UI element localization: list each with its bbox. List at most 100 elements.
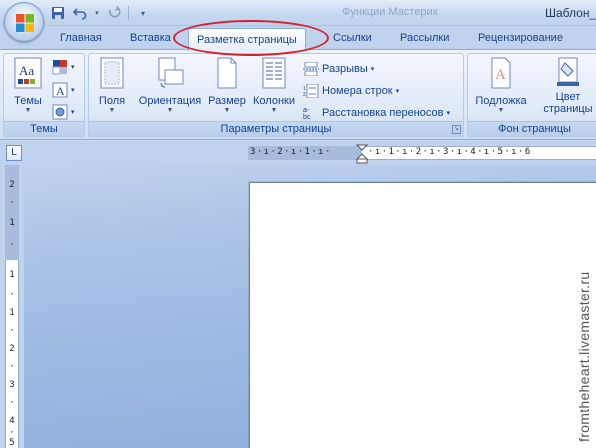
themes-button[interactable]: Aa Темы ▼	[10, 57, 46, 114]
quick-access-toolbar: ▾ ▾	[50, 4, 151, 22]
breaks-icon	[303, 62, 319, 76]
office-button[interactable]	[4, 2, 44, 42]
svg-text:bc: bc	[303, 114, 311, 120]
vruler-tick: 2	[9, 344, 15, 354]
vruler-tick: ·	[9, 362, 15, 372]
chevron-down-icon: ▼	[166, 107, 174, 114]
undo-icon[interactable]	[72, 5, 88, 21]
chevron-down-icon: ▾	[71, 109, 75, 116]
document-page[interactable]	[249, 182, 596, 448]
office-logo-icon	[16, 14, 34, 32]
watermark-label: Подложка	[475, 95, 527, 107]
columns-icon	[262, 57, 286, 89]
orientation-icon	[158, 57, 184, 88]
vruler-tick: 1	[9, 218, 15, 228]
page-color-label-line2: страницы	[543, 103, 593, 115]
ghost-title: Функции Мастерих	[342, 6, 439, 18]
ruler-ticks-left: 3·ı·2·ı·1·ı·	[250, 147, 332, 157]
themes-icon: Aa	[14, 57, 42, 89]
vruler-tick: ·	[9, 326, 15, 336]
chevron-down-icon: ▾	[395, 88, 400, 95]
chevron-down-icon: ▾	[370, 66, 375, 73]
page-setup-group: Поля ▼ Ориентация ▼ Размер ▼ Колонки ▼ Р…	[88, 53, 464, 137]
vruler-tick: ·	[9, 428, 15, 438]
customize-qat-icon[interactable]: ▾	[135, 5, 151, 21]
chevron-down-icon: ▼	[223, 107, 231, 114]
hyphenation-label: Расстановка переносов	[322, 107, 444, 119]
breaks-button[interactable]: Разрывы ▾	[303, 59, 374, 79]
chevron-down-icon: ▼	[497, 107, 505, 114]
theme-effects-icon	[52, 104, 68, 120]
save-icon[interactable]	[50, 5, 66, 21]
page-background-group-label: Фон страницы	[468, 121, 596, 136]
line-numbers-button[interactable]: 12 Номера строк ▾	[303, 81, 399, 101]
margins-button[interactable]: Поля ▼	[95, 57, 129, 114]
redo-icon[interactable]	[106, 5, 122, 21]
chevron-down-icon: ▼	[270, 107, 278, 114]
tab-insert[interactable]: Вставка	[130, 32, 171, 50]
ruler-ticks-right: ·ı·1·ı·2·ı·3·ı·4·ı·5·ı·6	[368, 147, 532, 157]
margins-label: Поля	[98, 95, 126, 107]
hyphenation-button[interactable]: a-bc Расстановка переносов ▾	[303, 103, 450, 123]
vruler-tick: 4	[9, 416, 15, 426]
page-setup-launcher-icon[interactable]: ↘	[452, 125, 461, 134]
tab-selector[interactable]: L	[6, 145, 22, 161]
ribbon: Aa Темы ▼ ▾ A ▾ ▾ Темы Поля ▼ Ориентация…	[0, 49, 596, 140]
page-color-icon	[557, 57, 579, 86]
orientation-button[interactable]: Ориентация ▼	[133, 57, 207, 114]
theme-fonts-icon: A	[52, 82, 68, 98]
chevron-down-icon: ▾	[446, 110, 450, 117]
themes-group: Aa Темы ▼ ▾ A ▾ ▾ Темы	[3, 53, 85, 137]
qat-separator	[128, 6, 129, 20]
ruler-bar: L 3·ı·2·ı·1·ı· ·ı·1·ı·2·ı·3·ı·4·ı·5·ı·6	[0, 141, 596, 165]
orientation-label: Ориентация	[138, 95, 202, 107]
page-color-label-line1: Цвет	[555, 91, 581, 103]
theme-effects-button[interactable]: ▾	[52, 102, 75, 122]
columns-label: Колонки	[253, 95, 295, 107]
hyphenation-icon: a-bc	[303, 107, 311, 120]
vruler-tick: 1	[9, 270, 15, 280]
page-color-button[interactable]: Цвет страницы	[542, 57, 594, 115]
svg-text:a-: a-	[303, 107, 310, 114]
vruler-tick: 2	[9, 180, 15, 190]
vruler-tick: ·	[9, 398, 15, 408]
theme-fonts-button[interactable]: A ▾	[52, 80, 75, 100]
vruler-tick: 3	[9, 380, 15, 390]
columns-button[interactable]: Колонки ▼	[249, 57, 299, 114]
line-numbers-icon: 12	[303, 84, 319, 98]
watermark-button[interactable]: A Подложка ▼	[472, 57, 530, 114]
size-icon	[217, 57, 237, 89]
svg-text:A: A	[495, 67, 506, 83]
size-button[interactable]: Размер ▼	[207, 57, 247, 114]
size-label: Размер	[208, 95, 246, 107]
tab-references[interactable]: Ссылки	[333, 32, 372, 50]
site-watermark: fromtheheart.livemaster.ru	[576, 271, 592, 442]
theme-colors-button[interactable]: ▾	[52, 57, 75, 77]
chevron-down-icon: ▾	[71, 64, 75, 71]
chevron-down-icon: ▾	[71, 87, 75, 94]
page-setup-group-label: Параметры страницы	[89, 121, 463, 136]
indent-marker-icon[interactable]	[356, 144, 368, 164]
themes-group-label: Темы	[4, 121, 84, 136]
vruler-tick: 1	[9, 308, 15, 318]
vruler-tick: 5	[9, 438, 15, 448]
svg-text:Aa: Aa	[19, 63, 34, 78]
breaks-label: Разрывы	[322, 63, 368, 75]
page-background-group: A Подложка ▼ Цвет страницы Фон страницы	[467, 53, 596, 137]
vruler-tick: ·	[9, 198, 15, 208]
undo-dropdown-icon[interactable]: ▾	[94, 5, 100, 21]
tab-review[interactable]: Рецензирование	[478, 32, 563, 50]
vruler-tick: ·	[9, 240, 15, 250]
highlight-circle	[173, 20, 329, 56]
line-numbers-label: Номера строк	[322, 85, 393, 97]
chevron-down-icon: ▼	[24, 107, 32, 114]
svg-text:A: A	[56, 84, 65, 98]
tab-home[interactable]: Главная	[60, 32, 102, 50]
tab-mailings[interactable]: Рассылки	[400, 32, 449, 50]
svg-text:2: 2	[303, 92, 306, 98]
vruler-tick: ·	[9, 290, 15, 300]
margins-icon	[100, 57, 124, 89]
window-title: Шаблон_	[545, 6, 596, 20]
theme-colors-icon	[52, 60, 67, 75]
chevron-down-icon: ▼	[108, 107, 116, 114]
